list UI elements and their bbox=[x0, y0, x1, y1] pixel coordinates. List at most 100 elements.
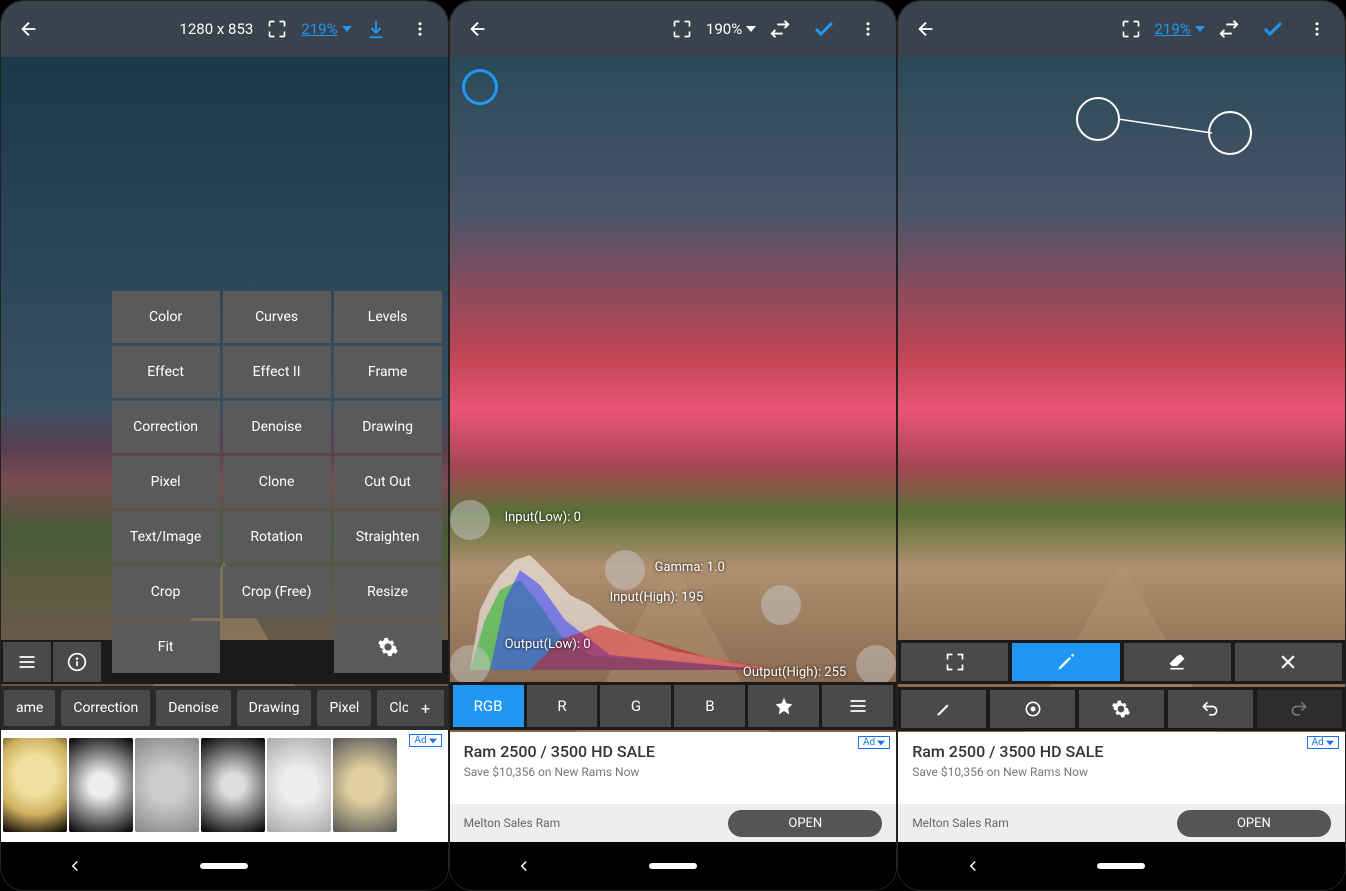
input-high-label: Input(High): 195 bbox=[610, 590, 704, 605]
tab-correction[interactable]: Correction bbox=[61, 690, 150, 726]
channel-r[interactable]: R bbox=[527, 685, 598, 727]
ad-thumb[interactable] bbox=[3, 738, 67, 832]
tool-fit[interactable]: Fit bbox=[112, 621, 220, 673]
ad-title: Ram 2500 / 3500 HD SALE bbox=[898, 732, 1345, 761]
brush-icon[interactable] bbox=[901, 690, 986, 728]
tool-settings[interactable] bbox=[334, 621, 442, 673]
ad-open-button[interactable]: OPEN bbox=[1177, 810, 1331, 837]
color-picker-ring[interactable] bbox=[462, 69, 498, 105]
nav-recent-icon[interactable] bbox=[1230, 850, 1310, 882]
channel-b[interactable]: B bbox=[674, 685, 745, 727]
apply-check-icon[interactable] bbox=[804, 9, 844, 49]
system-navbar bbox=[898, 842, 1345, 890]
line-handle-start[interactable] bbox=[1076, 97, 1120, 141]
nav-back-icon[interactable] bbox=[933, 850, 1013, 882]
menu-icon[interactable] bbox=[822, 685, 893, 727]
fullscreen-icon[interactable] bbox=[257, 9, 297, 49]
ad-label[interactable]: Ad bbox=[409, 734, 441, 747]
redo-icon[interactable] bbox=[1257, 690, 1342, 728]
pencil-icon[interactable] bbox=[1012, 643, 1119, 681]
ad-thumb[interactable] bbox=[201, 738, 265, 832]
tab-frame[interactable]: ame bbox=[4, 690, 55, 726]
tool-resize[interactable]: Resize bbox=[334, 566, 442, 618]
back-icon[interactable] bbox=[458, 9, 498, 49]
compare-icon[interactable] bbox=[760, 9, 800, 49]
tool-levels[interactable]: Levels bbox=[334, 291, 442, 343]
overflow-menu-icon[interactable] bbox=[848, 9, 888, 49]
draw-toolbar-2 bbox=[898, 687, 1345, 731]
tab-pixel[interactable]: Pixel bbox=[317, 690, 371, 726]
eraser-icon[interactable] bbox=[1124, 643, 1231, 681]
output-high-handle[interactable] bbox=[856, 645, 896, 685]
input-low-handle[interactable] bbox=[450, 500, 490, 540]
tool-effect2[interactable]: Effect II bbox=[223, 346, 331, 398]
tool-cutout[interactable]: Cut Out bbox=[334, 456, 442, 508]
ad-thumb[interactable] bbox=[135, 738, 199, 832]
nav-recent-icon[interactable] bbox=[782, 850, 862, 882]
line-handle-end[interactable] bbox=[1208, 111, 1252, 155]
back-icon[interactable] bbox=[906, 9, 946, 49]
download-icon[interactable] bbox=[356, 9, 396, 49]
zoom-dropdown[interactable]: 190% bbox=[706, 20, 756, 38]
nav-recent-icon[interactable] bbox=[333, 850, 413, 882]
ad-thumb[interactable] bbox=[267, 738, 331, 832]
ad-banner[interactable]: Ad bbox=[1, 730, 448, 842]
nav-home-icon[interactable] bbox=[633, 850, 713, 882]
info-icon[interactable] bbox=[53, 642, 101, 682]
gear-icon[interactable] bbox=[1079, 690, 1164, 728]
ad-source: Melton Sales Ram bbox=[912, 816, 1177, 830]
close-icon[interactable] bbox=[1235, 643, 1342, 681]
nav-back-icon[interactable] bbox=[35, 850, 115, 882]
favorite-icon[interactable] bbox=[748, 685, 819, 727]
ad-card[interactable]: Ad Ram 2500 / 3500 HD SALE Save $10,356 … bbox=[898, 732, 1345, 842]
zoom-dropdown[interactable]: 219% bbox=[301, 20, 351, 38]
tool-curves[interactable]: Curves bbox=[223, 291, 331, 343]
apply-check-icon[interactable] bbox=[1253, 9, 1293, 49]
nav-home-icon[interactable] bbox=[1081, 850, 1161, 882]
tool-denoise[interactable]: Denoise bbox=[223, 401, 331, 453]
overflow-menu-icon[interactable] bbox=[400, 9, 440, 49]
zoom-dropdown[interactable]: 219% bbox=[1155, 20, 1205, 38]
tool-straighten[interactable]: Straighten bbox=[334, 511, 442, 563]
target-icon[interactable] bbox=[990, 690, 1075, 728]
compare-icon[interactable] bbox=[1209, 9, 1249, 49]
hamburger-icon[interactable] bbox=[3, 642, 51, 682]
ad-label[interactable]: Ad bbox=[1307, 736, 1339, 749]
tool-color[interactable]: Color bbox=[112, 291, 220, 343]
tool-drawing[interactable]: Drawing bbox=[334, 401, 442, 453]
tool-effect[interactable]: Effect bbox=[112, 346, 220, 398]
input-high-handle[interactable] bbox=[761, 585, 801, 625]
channel-g[interactable]: G bbox=[600, 685, 671, 727]
channel-row: RGB R G B bbox=[450, 682, 897, 730]
ad-source: Melton Sales Ram bbox=[464, 816, 729, 830]
tool-pixel[interactable]: Pixel bbox=[112, 456, 220, 508]
tool-crop[interactable]: Crop bbox=[112, 566, 220, 618]
undo-icon[interactable] bbox=[1168, 690, 1253, 728]
fullscreen-icon[interactable] bbox=[662, 9, 702, 49]
top-bar: 1280 x 853 219% bbox=[1, 1, 448, 57]
nav-back-icon[interactable] bbox=[484, 850, 564, 882]
tab-denoise[interactable]: Denoise bbox=[156, 690, 230, 726]
ad-thumb[interactable] bbox=[69, 738, 133, 832]
ad-thumb[interactable] bbox=[333, 738, 397, 832]
fullscreen-icon[interactable] bbox=[1111, 9, 1151, 49]
ad-label[interactable]: Ad bbox=[858, 736, 890, 749]
output-low-handle[interactable] bbox=[450, 645, 490, 685]
tool-cropfree[interactable]: Crop (Free) bbox=[223, 566, 331, 618]
nav-home-icon[interactable] bbox=[184, 850, 264, 882]
gamma-handle[interactable] bbox=[605, 550, 645, 590]
tool-clone[interactable]: Clone bbox=[223, 456, 331, 508]
tool-rotation[interactable]: Rotation bbox=[223, 511, 331, 563]
expand-icon[interactable] bbox=[901, 643, 1008, 681]
overflow-menu-icon[interactable] bbox=[1297, 9, 1337, 49]
tool-correction[interactable]: Correction bbox=[112, 401, 220, 453]
tool-textimage[interactable]: Text/Image bbox=[112, 511, 220, 563]
tool-frame[interactable]: Frame bbox=[334, 346, 442, 398]
channel-rgb[interactable]: RGB bbox=[453, 685, 524, 727]
tab-strip[interactable]: ame Correction Denoise Drawing Pixel Clo… bbox=[1, 686, 448, 730]
ad-card[interactable]: Ad Ram 2500 / 3500 HD SALE Save $10,356 … bbox=[450, 732, 897, 842]
back-icon[interactable] bbox=[9, 9, 49, 49]
tab-drawing[interactable]: Drawing bbox=[237, 690, 312, 726]
add-tab-button[interactable]: + bbox=[408, 690, 444, 726]
ad-open-button[interactable]: OPEN bbox=[728, 810, 882, 837]
